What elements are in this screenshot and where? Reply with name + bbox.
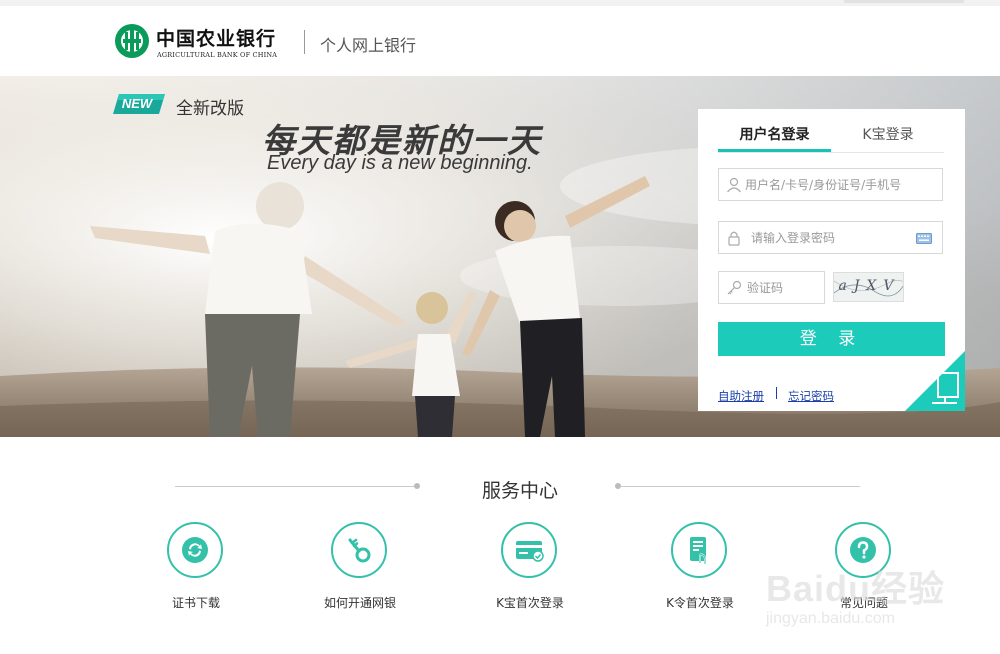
token-icon (690, 537, 706, 564)
key-icon (727, 280, 742, 295)
captcha-image[interactable]: aJXV (833, 272, 904, 302)
captcha-text: aJXV (838, 278, 901, 294)
tab-username-login[interactable]: 用户名登录 (718, 124, 831, 152)
service-title-line-right (620, 486, 860, 487)
forgot-password-link[interactable]: 忘记密码 (788, 388, 834, 404)
service-item-kling-first-login[interactable]: K令首次登录 (645, 522, 755, 612)
service-item-open-ebank[interactable]: 如何开通网银 (305, 522, 415, 612)
refresh-icon (182, 537, 208, 563)
abc-logo-icon[interactable] (114, 23, 150, 59)
service-circle (331, 522, 387, 578)
user-icon (727, 177, 741, 193)
watermark-main: Baidu经验 (766, 568, 946, 609)
qr-switch-corner-icon[interactable] (905, 351, 965, 411)
service-item-kbao-first-login[interactable]: K宝首次登录 (475, 522, 585, 612)
password-input[interactable] (751, 222, 911, 253)
service-label: 证书下载 (171, 596, 220, 610)
service-item-cert-download[interactable]: 证书下载 (141, 522, 251, 612)
login-panel: 用户名登录 K宝登录 aJXV (698, 109, 965, 411)
tab-kbao-login[interactable]: K宝登录 (833, 124, 943, 150)
slogan-en: Every day is a new beginning. (267, 152, 533, 174)
service-center-title: 服务中心 (481, 480, 558, 502)
service-circle (167, 522, 223, 578)
password-field[interactable] (718, 221, 943, 254)
service-circle (671, 522, 727, 578)
header-divider (304, 30, 305, 54)
lock-icon (728, 231, 740, 246)
bank-name-en: AGRICULTURAL BANK OF CHINA (157, 51, 278, 59)
top-strip-tab (844, 0, 964, 3)
username-field[interactable] (718, 168, 943, 201)
service-label: K令首次登录 (666, 596, 734, 610)
key-icon (348, 538, 371, 563)
service-label: K宝首次登录 (496, 596, 564, 610)
baidu-watermark: Baidu经验 jingyan.baidu.com (760, 560, 960, 640)
captcha-input[interactable] (747, 272, 822, 303)
service-label: 如何开通网银 (323, 596, 396, 610)
bank-name-cn: 中国农业银行 (156, 28, 277, 50)
username-input[interactable] (745, 169, 940, 200)
tab-divider (718, 152, 944, 153)
card-icon (516, 541, 544, 562)
new-badge-label: 全新改版 (176, 99, 244, 119)
service-circle (501, 522, 557, 578)
link-separator (776, 387, 777, 399)
header-subtitle: 个人网上银行 (320, 36, 417, 55)
watermark-sub: jingyan.baidu.com (766, 610, 895, 627)
captcha-field[interactable] (718, 271, 825, 304)
self-register-link[interactable]: 自助注册 (718, 388, 764, 404)
new-badge: NEW (121, 96, 153, 111)
header: 中国农业银行 AGRICULTURAL BANK OF CHINA 个人网上银行 (0, 6, 1000, 76)
soft-keyboard-icon[interactable] (916, 233, 932, 244)
